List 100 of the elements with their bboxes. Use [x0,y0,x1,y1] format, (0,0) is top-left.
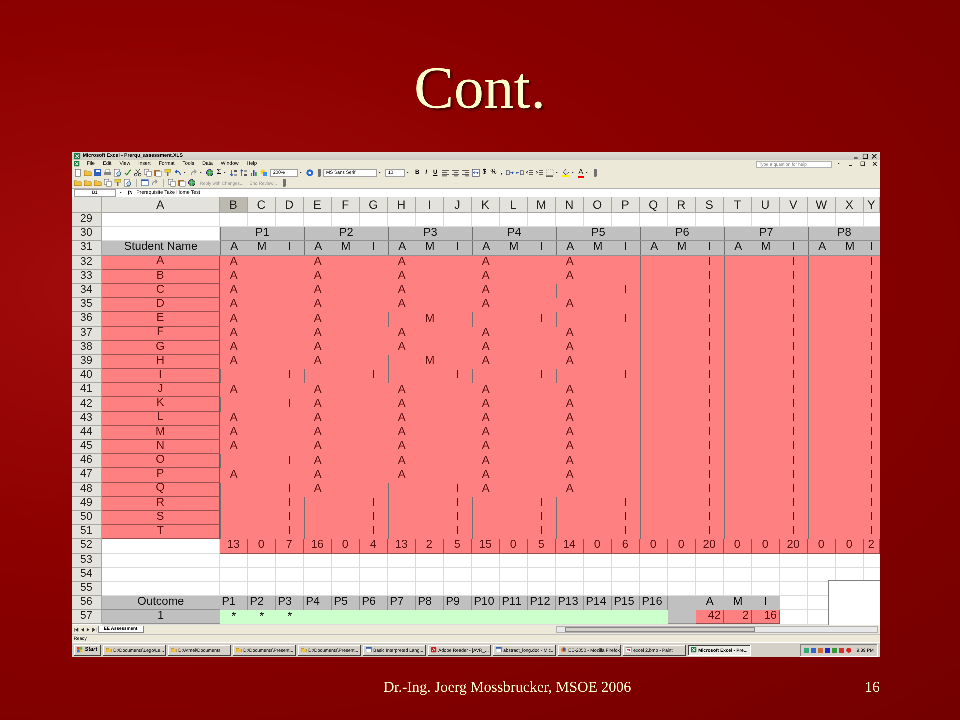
align-left-icon[interactable] [442,169,450,177]
column-header[interactable]: F [332,197,360,213]
row-header[interactable]: 33 [72,270,102,284]
column-header[interactable]: N [556,197,584,213]
row-header[interactable]: 57 [72,610,102,624]
copy-icon[interactable] [144,169,152,177]
scissors-icon[interactable] [134,169,142,177]
column-header[interactable]: R [668,197,696,213]
app-icon[interactable] [141,179,149,187]
column-header[interactable]: T [724,197,752,213]
row-header[interactable]: 32 [72,256,102,270]
row-header[interactable]: 29 [72,213,102,228]
printer-icon[interactable] [104,169,112,177]
column-header[interactable]: O [584,197,612,213]
brush-icon[interactable] [164,169,172,177]
help-icon[interactable] [306,169,314,177]
print-preview-icon[interactable] [114,169,122,177]
column-header[interactable]: V [780,197,808,213]
sort-ascending-icon[interactable] [230,169,238,177]
column-header[interactable]: M [528,197,556,213]
column-header[interactable]: B [220,197,248,213]
globe-icon[interactable] [188,179,196,187]
row-header[interactable]: 30 [72,227,102,242]
last-sheet-arrow-icon[interactable] [92,626,97,632]
copy-icon[interactable] [104,179,112,187]
row-header[interactable]: 41 [72,383,102,398]
horizontal-scrollbar[interactable] [556,626,878,633]
row-header[interactable]: 34 [72,284,102,298]
outdent-icon[interactable] [526,169,534,177]
row-header[interactable]: 45 [72,440,102,454]
row-header[interactable]: 37 [72,326,102,341]
row-header[interactable]: 31 [72,241,102,256]
decrease-decimal-icon[interactable] [516,169,524,177]
row-header[interactable]: 47 [72,468,102,483]
globe-icon[interactable] [206,169,214,177]
row-header[interactable]: 54 [72,568,102,582]
row-header[interactable]: 52 [72,539,102,554]
row-header[interactable]: 36 [72,312,102,326]
clipboard-icon[interactable] [154,169,162,177]
window-icon [496,647,502,653]
brush-icon[interactable] [114,179,122,187]
align-center-icon[interactable] [452,169,460,177]
row-header[interactable]: 48 [72,482,102,497]
column-header[interactable]: Q [640,197,668,213]
row-header[interactable]: 50 [72,510,102,526]
column-header[interactable]: C [248,197,276,213]
column-header[interactable]: A [102,197,220,213]
row-header[interactable]: 51 [72,525,102,540]
indent-icon[interactable] [536,169,544,177]
row-header[interactable]: 44 [72,426,102,440]
row-header[interactable]: 39 [72,354,102,370]
row-header[interactable]: 38 [72,340,102,355]
fill-color-icon[interactable] [562,169,570,177]
column-header[interactable]: K [472,197,500,213]
column-header[interactable]: P [612,197,640,213]
row-header[interactable]: 56 [72,596,102,610]
row-header[interactable]: 46 [72,454,102,468]
merge-cells-icon[interactable] [472,169,480,177]
column-header[interactable]: W [808,197,836,213]
close-icon[interactable] [872,161,878,167]
tray-icons-drawing[interactable] [804,646,854,654]
row-header[interactable]: 53 [72,554,102,568]
column-header[interactable]: S [696,197,724,213]
spelling-check-icon[interactable] [124,169,132,177]
column-header[interactable]: D [276,197,304,213]
table-cell: P4 [472,227,556,242]
first-sheet-arrow-icon[interactable] [74,626,79,632]
row-header[interactable]: 42 [72,397,102,412]
table-cell: M [102,426,220,440]
slide-footer: Dr.-Ing. Joerg Mossbrucker, MSOE 2006 [384,680,632,696]
preview-icon[interactable] [124,179,132,187]
row-header[interactable]: 43 [72,412,102,426]
copy-icon[interactable] [168,179,176,187]
table-cell: A [388,241,416,256]
close-icon[interactable] [871,152,878,160]
column-header[interactable]: Y [864,197,880,213]
column-header[interactable]: H [388,197,416,213]
save-icon[interactable] [94,169,102,177]
column-header[interactable]: I [416,197,444,213]
column-header[interactable]: L [500,197,528,213]
table-cell: 16 [752,610,780,624]
column-header[interactable]: E [304,197,332,213]
row-header[interactable]: 55 [72,582,102,596]
row-header[interactable]: 35 [72,298,102,312]
scroll-thumb[interactable] [565,627,755,632]
undo-icon[interactable] [174,169,182,177]
increase-decimal-icon[interactable] [506,169,514,177]
borders-icon[interactable] [546,169,554,177]
bar-chart-icon[interactable] [250,169,258,177]
new-file-icon[interactable] [74,169,82,177]
sort-descending-icon[interactable] [240,169,248,177]
column-header[interactable]: J [444,197,472,213]
align-right-icon[interactable] [462,169,470,177]
column-header[interactable]: U [752,197,780,213]
row-header[interactable]: 40 [72,369,102,384]
row-header[interactable]: 49 [72,496,102,511]
windows-logo-icon [77,647,83,653]
column-header[interactable]: X [836,197,864,213]
clipboard-icon[interactable] [178,179,186,187]
column-header[interactable]: G [360,197,388,213]
